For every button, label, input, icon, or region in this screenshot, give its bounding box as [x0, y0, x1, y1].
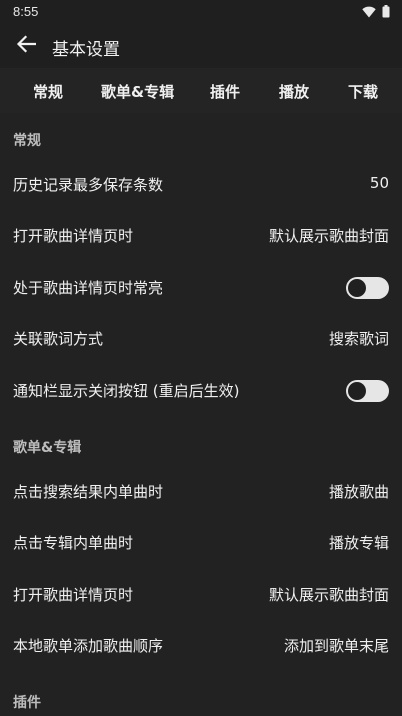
setting-label: 点击专辑内单曲时 [13, 534, 134, 552]
setting-local-add-order[interactable]: 本地歌单添加歌曲顺序 添加到歌单末尾 [0, 620, 402, 671]
app-bar: 基本设置 [0, 24, 402, 68]
setting-label: 历史记录最多保存条数 [13, 176, 164, 194]
status-time: 8:55 [13, 4, 39, 19]
setting-open-detail[interactable]: 打开歌曲详情页时 默认展示歌曲封面 [0, 210, 402, 261]
section-header-playlist-album: 歌单&专辑 [13, 440, 82, 456]
setting-label: 打开歌曲详情页时 [13, 586, 134, 604]
setting-label: 打开歌曲详情页时 [13, 227, 134, 245]
status-bar: 8:55 [0, 0, 402, 24]
setting-label: 关联歌词方式 [13, 330, 104, 348]
section-header-general: 常规 [13, 133, 41, 149]
setting-value: 默认展示歌曲封面 [268, 227, 389, 245]
arrow-left-icon [16, 35, 37, 57]
wifi-icon [362, 6, 376, 18]
battery-icon [382, 5, 390, 18]
keep-screen-on-toggle[interactable] [346, 277, 389, 299]
setting-keep-screen-on[interactable]: 处于歌曲详情页时常亮 [0, 262, 402, 313]
section-header-plugins: 插件 [13, 695, 41, 711]
tab-bar: 常规 歌单&专辑 插件 播放 下载 [0, 68, 402, 113]
settings-list: 常规 历史记录最多保存条数 50 打开歌曲详情页时 默认展示歌曲封面 处于歌曲详… [0, 113, 402, 716]
setting-label: 通知栏显示关闭按钮 (重启后生效) [13, 382, 240, 400]
setting-notification-close-button[interactable]: 通知栏显示关闭按钮 (重启后生效) [0, 365, 402, 416]
setting-value: 播放专辑 [328, 534, 389, 552]
setting-label: 处于歌曲详情页时常亮 [13, 279, 164, 297]
setting-value: 搜索歌词 [328, 330, 389, 348]
setting-lyric-association[interactable]: 关联歌词方式 搜索歌词 [0, 313, 402, 364]
tab-playlist-album[interactable]: 歌单&专辑 [101, 81, 174, 102]
tab-download[interactable]: 下载 [348, 81, 378, 102]
setting-value: 播放歌曲 [328, 483, 389, 501]
status-icons [362, 5, 390, 18]
setting-value: 50 [369, 174, 389, 192]
setting-value: 添加到歌单末尾 [283, 637, 389, 655]
toggle-knob [348, 382, 366, 400]
notification-close-toggle[interactable] [346, 380, 389, 402]
tab-general[interactable]: 常规 [33, 81, 63, 102]
setting-open-detail-2[interactable]: 打开歌曲详情页时 默认展示歌曲封面 [0, 569, 402, 620]
setting-label: 点击搜索结果内单曲时 [13, 483, 164, 501]
tab-playback[interactable]: 播放 [279, 81, 309, 102]
tab-plugins[interactable]: 插件 [210, 81, 240, 102]
toggle-knob [348, 279, 366, 297]
back-button[interactable] [12, 33, 40, 59]
setting-search-result-click[interactable]: 点击搜索结果内单曲时 播放歌曲 [0, 466, 402, 517]
page-title: 基本设置 [52, 40, 120, 60]
setting-label: 本地歌单添加歌曲顺序 [13, 637, 164, 655]
setting-album-click[interactable]: 点击专辑内单曲时 播放专辑 [0, 517, 402, 568]
setting-history-limit[interactable]: 历史记录最多保存条数 50 [0, 159, 402, 210]
setting-value: 默认展示歌曲封面 [268, 586, 389, 604]
